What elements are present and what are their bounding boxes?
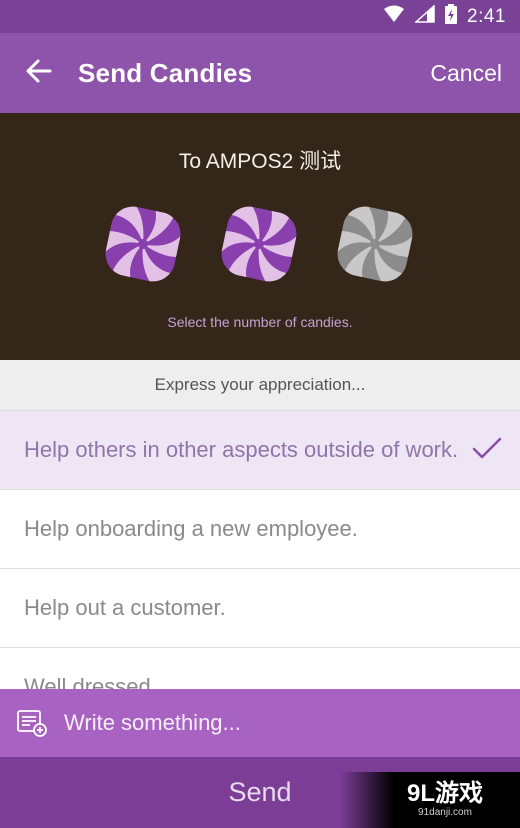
option-label: Help others in other aspects outside of … xyxy=(24,437,459,462)
option-item[interactable]: Help onboarding a new employee. xyxy=(0,490,520,569)
option-item[interactable]: Help out a customer. xyxy=(0,569,520,648)
cancel-button[interactable]: Cancel xyxy=(430,60,520,87)
checkmark-icon xyxy=(472,436,502,466)
option-item[interactable]: Help others in other aspects outside of … xyxy=(0,411,520,490)
battery-charging-icon xyxy=(445,3,458,30)
status-bar: 2:41 xyxy=(0,0,520,33)
app-bar: Send Candies Cancel xyxy=(0,33,520,113)
watermark-logo: 9L游戏 xyxy=(406,780,483,807)
candy-icon xyxy=(101,202,185,286)
option-label: Help out a customer. xyxy=(24,595,226,620)
wifi-icon xyxy=(383,5,405,29)
candy-hint: Select the number of candies. xyxy=(167,314,353,330)
watermark: 9L游戏 91danji.com xyxy=(340,772,520,828)
page-title: Send Candies xyxy=(78,57,253,88)
candy-selector xyxy=(0,199,520,289)
watermark-url: 91danji.com xyxy=(418,807,472,818)
send-bar: Send 9L游戏 91danji.com xyxy=(0,757,520,828)
message-input[interactable] xyxy=(64,710,520,736)
express-header: Express your appreciation... xyxy=(0,360,520,411)
candy-2-button[interactable] xyxy=(214,199,304,289)
signal-icon xyxy=(414,3,435,29)
option-label: Help onboarding a new employee. xyxy=(24,516,358,541)
candy-icon xyxy=(217,202,301,286)
status-time: 2:41 xyxy=(467,5,506,27)
recipient-label: To AMPOS2 测试 xyxy=(178,150,342,173)
candy-panel: To AMPOS2 测试 Select the number of candie… xyxy=(0,113,520,360)
back-button[interactable] xyxy=(0,33,78,113)
add-note-icon[interactable] xyxy=(0,709,64,737)
candy-icon xyxy=(333,202,417,286)
composer-bar xyxy=(0,689,520,757)
candy-1-button[interactable] xyxy=(98,199,188,289)
candy-3-button[interactable] xyxy=(330,199,420,289)
appreciation-options: Help others in other aspects outside of … xyxy=(0,411,520,727)
back-arrow-icon xyxy=(26,59,52,88)
